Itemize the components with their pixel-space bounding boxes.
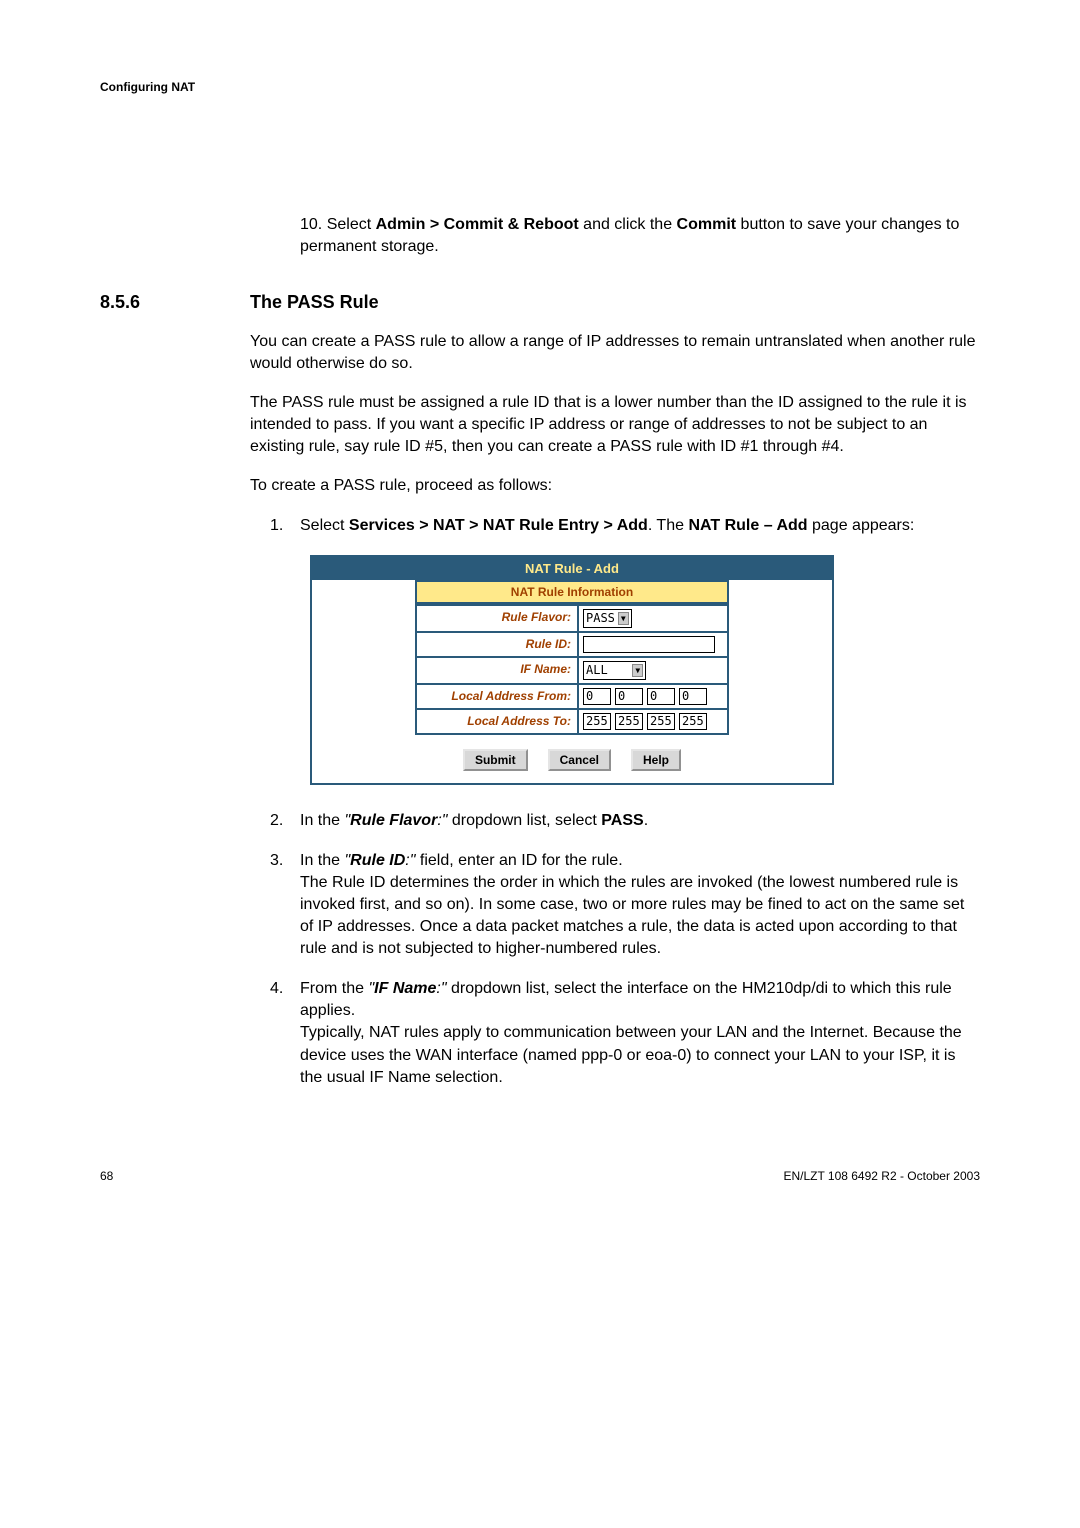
rule-flavor-select[interactable]: PASS ▼: [583, 609, 632, 628]
row-if-name: IF Name: ALL ▼: [417, 656, 727, 683]
chevron-down-icon: ▼: [618, 612, 629, 625]
step-2: 2. In the "Rule Flavor:" dropdown list, …: [270, 810, 980, 832]
row-addr-to: Local Address To: 255 255 255 255: [417, 708, 727, 733]
dialog-subtitle: NAT Rule Information: [417, 582, 727, 604]
from-oct-4[interactable]: 0: [679, 688, 707, 705]
step-1: 1. Select Services > NAT > NAT Rule Entr…: [270, 515, 980, 537]
s3b: "Rule ID:": [344, 852, 415, 869]
to-oct-4[interactable]: 255: [679, 713, 707, 730]
cancel-button[interactable]: Cancel: [548, 749, 611, 771]
page-number: 68: [100, 1169, 113, 1183]
s2e: .: [644, 812, 648, 829]
page-footer: 68 EN/LZT 108 6492 R2 - October 2003: [100, 1169, 980, 1183]
row-rule-flavor: Rule Flavor: PASS ▼: [417, 604, 727, 631]
step-2-num: 2.: [270, 810, 300, 832]
rule-id-input[interactable]: [583, 636, 715, 653]
from-oct-3[interactable]: 0: [647, 688, 675, 705]
help-button[interactable]: Help: [631, 749, 681, 771]
s1b: Services > NAT > NAT Rule Entry > Add: [349, 517, 648, 534]
addr-to-label: Local Address To:: [417, 710, 579, 733]
from-oct-2[interactable]: 0: [615, 688, 643, 705]
s1a: Select: [300, 517, 349, 534]
if-name-select[interactable]: ALL ▼: [583, 661, 646, 680]
s2a: In the: [300, 812, 344, 829]
s4b: "IF Name:": [368, 980, 446, 997]
step-4-num: 4.: [270, 978, 300, 1088]
footer-right: EN/LZT 108 6492 R2 - October 2003: [783, 1169, 980, 1183]
to-oct-1[interactable]: 255: [583, 713, 611, 730]
section-title: The PASS Rule: [250, 292, 379, 313]
para-1: You can create a PASS rule to allow a ra…: [250, 331, 980, 374]
if-name-label: IF Name:: [417, 658, 579, 683]
s2b: "Rule Flavor:": [344, 812, 447, 829]
s10-b2: Commit: [677, 216, 737, 233]
rule-flavor-label: Rule Flavor:: [417, 606, 579, 631]
step-3: 3. In the "Rule ID:" field, enter an ID …: [270, 850, 980, 960]
from-oct-1[interactable]: 0: [583, 688, 611, 705]
step-3-num: 3.: [270, 850, 300, 960]
to-oct-2[interactable]: 255: [615, 713, 643, 730]
s10-mid: and click the: [579, 216, 677, 233]
s3d: The Rule ID determines the order in whic…: [300, 874, 964, 957]
dialog-title: NAT Rule - Add: [312, 557, 832, 580]
s3a: In the: [300, 852, 344, 869]
chevron-down-icon: ▼: [632, 664, 643, 677]
s2c: dropdown list, select: [447, 812, 601, 829]
submit-button[interactable]: Submit: [463, 749, 528, 771]
step-10: 10. Select Admin > Commit & Reboot and c…: [300, 214, 980, 257]
s10-prefix: 10. Select: [300, 216, 376, 233]
row-rule-id: Rule ID:: [417, 631, 727, 656]
row-addr-from: Local Address From: 0 0 0 0: [417, 683, 727, 708]
s1c: . The: [648, 517, 689, 534]
dialog-buttons: Submit Cancel Help: [312, 735, 832, 783]
s10-b1: Admin > Commit & Reboot: [376, 216, 579, 233]
step-1-num: 1.: [270, 515, 300, 537]
s4d: Typically, NAT rules apply to communicat…: [300, 1024, 962, 1085]
step-4: 4. From the "IF Name:" dropdown list, se…: [270, 978, 980, 1088]
rule-flavor-value: PASS: [586, 611, 615, 625]
s3c: field, enter an ID for the rule.: [415, 852, 622, 869]
para-2: The PASS rule must be assigned a rule ID…: [250, 392, 980, 457]
s1d: NAT Rule – Add: [688, 517, 807, 534]
s1e: page appears:: [808, 517, 915, 534]
section-number: 8.5.6: [100, 292, 250, 313]
section-heading: 8.5.6 The PASS Rule: [100, 292, 980, 313]
if-name-value: ALL: [586, 663, 608, 677]
to-oct-3[interactable]: 255: [647, 713, 675, 730]
nat-rule-add-dialog: NAT Rule - Add NAT Rule Information Rule…: [310, 555, 834, 785]
rule-id-label: Rule ID:: [417, 633, 579, 656]
running-header: Configuring NAT: [100, 80, 980, 94]
s2d: PASS: [601, 812, 643, 829]
para-3: To create a PASS rule, proceed as follow…: [250, 475, 980, 497]
addr-from-label: Local Address From:: [417, 685, 579, 708]
s4a: From the: [300, 980, 368, 997]
